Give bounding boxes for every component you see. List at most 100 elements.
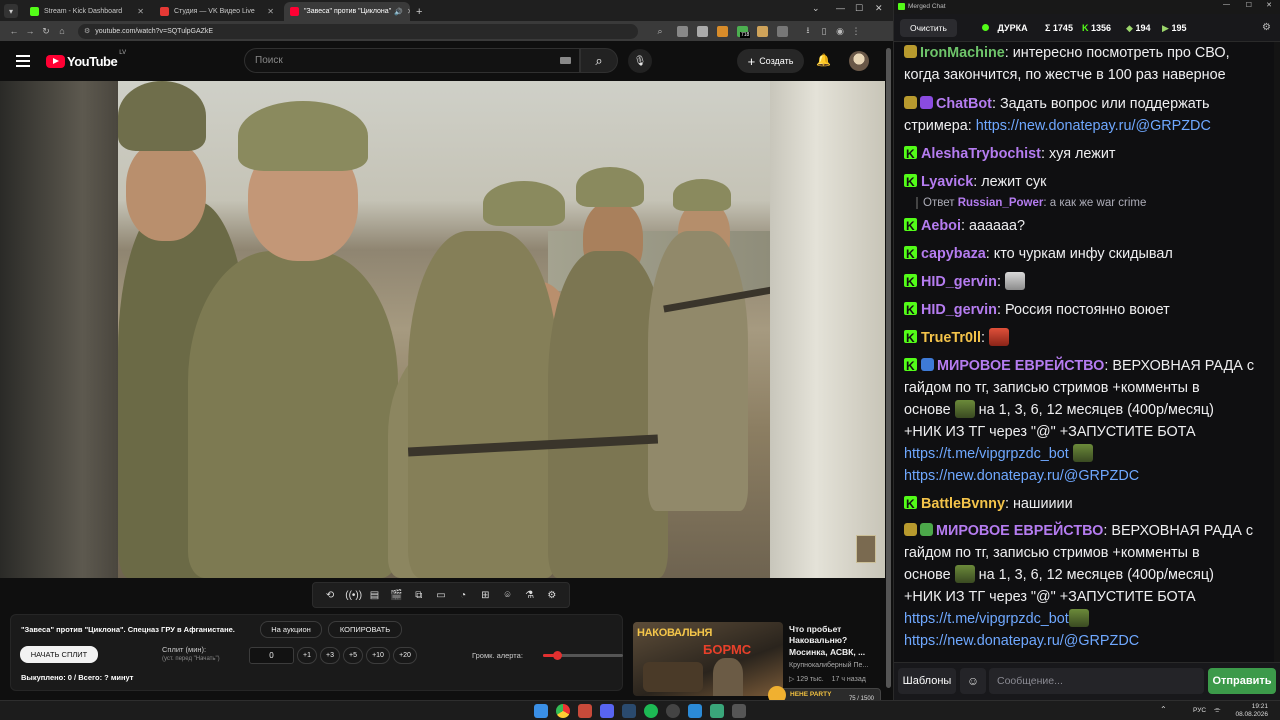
plus-20-button[interactable]: +20: [393, 647, 417, 664]
extension-icon[interactable]: [757, 25, 768, 37]
steam-icon[interactable]: [622, 704, 636, 718]
sidebar-icon[interactable]: ▯: [816, 26, 832, 37]
keyboard-icon[interactable]: [560, 57, 571, 64]
minutes-input[interactable]: 0: [249, 647, 294, 664]
network-icon[interactable]: ⌯: [1214, 705, 1220, 715]
channel-watermark[interactable]: [856, 535, 876, 563]
plus-1-button[interactable]: +1: [297, 647, 317, 664]
cinema-mode-icon[interactable]: ▭: [434, 590, 448, 601]
reload-icon[interactable]: ↻: [38, 26, 54, 37]
create-button[interactable]: + Создать: [737, 49, 804, 73]
chat-username[interactable]: Aeboi: [921, 218, 961, 234]
search-input[interactable]: Поиск: [244, 48, 580, 73]
chat-link[interactable]: https://t.me/vipgrpzdc_bot: [904, 611, 1069, 627]
maximize-icon[interactable]: ☐: [1246, 1, 1252, 9]
chat-username[interactable]: TrueTr0ll: [921, 330, 981, 346]
chat-username[interactable]: capybaza: [921, 246, 986, 262]
plus-10-button[interactable]: +10: [366, 647, 390, 664]
gear-icon[interactable]: ⚙: [545, 590, 559, 601]
input-language[interactable]: РУС: [1193, 707, 1206, 714]
back-arrow-icon[interactable]: ←: [6, 26, 22, 36]
close-window-icon[interactable]: ✕: [875, 3, 883, 14]
avatar[interactable]: [849, 51, 869, 71]
tab-search-button[interactable]: ▾: [4, 4, 18, 18]
chat-username[interactable]: МИРОВОЕ ЕВРЕЙСТВО: [936, 523, 1103, 539]
extension-icon[interactable]: [697, 25, 708, 37]
emoji-button[interactable]: ☺: [960, 668, 986, 694]
recommended-title[interactable]: Что пробьет Наковальню? Мосинка, АСВК, .…: [789, 624, 881, 658]
spotify-icon[interactable]: [644, 704, 658, 718]
plus-5-button[interactable]: +5: [343, 647, 363, 664]
site-info-icon[interactable]: ⚙: [84, 27, 90, 35]
windows-start-icon[interactable]: [534, 704, 548, 718]
copy-button[interactable]: КОПИРОВАТЬ: [328, 621, 402, 638]
chat-username[interactable]: AleshaTrybochist: [921, 146, 1041, 162]
extension-icon[interactable]: [677, 25, 688, 37]
auction-button[interactable]: На аукцион: [260, 621, 322, 638]
speedometer-icon[interactable]: ◔: [456, 590, 470, 601]
tab-vk-studio[interactable]: Студия — VK Видео Live ✕: [154, 2, 280, 21]
chat-username[interactable]: HID_gervin: [921, 302, 997, 318]
send-button[interactable]: Отправить: [1208, 668, 1276, 694]
download-icon[interactable]: ⭳: [800, 23, 816, 39]
tab-youtube-video[interactable]: "Завеса" против "Циклона" 🔊 ✕: [284, 2, 410, 21]
volume-slider-knob[interactable]: [553, 651, 563, 660]
youtube-logo[interactable]: YouTube LV: [46, 50, 126, 69]
page-scrollbar[interactable]: [886, 48, 891, 688]
maximize-icon[interactable]: ☐: [855, 3, 863, 14]
profile-icon[interactable]: ◉: [832, 26, 848, 37]
home-icon[interactable]: ⌂: [54, 26, 70, 36]
obs-icon[interactable]: [666, 704, 680, 718]
forward-arrow-icon[interactable]: →: [22, 26, 38, 36]
video-thumbnail[interactable]: НАКОВАЛЬНЯ БОРМС: [633, 622, 783, 696]
recommended-channel[interactable]: Крупнокалиберный Пе...: [789, 662, 868, 669]
chat-username[interactable]: ChatBot: [936, 96, 992, 112]
tab-list-icon[interactable]: ⌄: [812, 3, 820, 14]
minimize-icon[interactable]: —: [1223, 1, 1230, 8]
chat-link[interactable]: https://new.donatepay.ru/@GRPZDC: [904, 633, 1139, 649]
video-player[interactable]: [0, 81, 885, 578]
picture-in-picture-icon[interactable]: ⧉: [412, 590, 426, 601]
close-icon[interactable]: ✕: [263, 7, 274, 16]
speaker-icon[interactable]: 🔊: [394, 8, 403, 16]
voice-search-button[interactable]: 🎙: [628, 49, 652, 73]
close-window-icon[interactable]: ✕: [1266, 1, 1272, 9]
app-icon[interactable]: [578, 704, 592, 718]
chat-username[interactable]: Lyavick: [921, 174, 973, 190]
search-button[interactable]: ⌕: [580, 48, 618, 73]
chat-link[interactable]: https://t.me/vipgrpzdc_bot: [904, 446, 1069, 462]
app-icon[interactable]: [688, 704, 702, 718]
system-clock[interactable]: 19:21 08.08.2026: [1235, 703, 1268, 719]
new-tab-button[interactable]: +: [416, 6, 422, 18]
add-box-icon[interactable]: ⊞: [478, 590, 492, 601]
message-input[interactable]: Сообщение...: [989, 668, 1204, 694]
playlist-settings-icon[interactable]: ▤: [367, 590, 381, 601]
notifications-bell-icon[interactable]: 🔔: [816, 53, 831, 67]
close-icon[interactable]: ✕: [133, 7, 144, 16]
plus-3-button[interactable]: +3: [320, 647, 340, 664]
broadcast-icon[interactable]: ((•)): [345, 590, 362, 601]
tray-chevron-icon[interactable]: ⌃: [1160, 705, 1167, 714]
clear-chat-button[interactable]: Очистить: [900, 19, 957, 37]
hamburger-icon[interactable]: [16, 55, 30, 67]
flask-icon[interactable]: ⚗: [523, 590, 537, 601]
browser-menu-icon[interactable]: ⋮: [848, 26, 864, 37]
app-icon[interactable]: [732, 704, 746, 718]
tab-kick-dashboard[interactable]: Stream - Kick Dashboard ✕: [24, 2, 150, 21]
chat-username[interactable]: BattleBvnny: [921, 496, 1005, 512]
address-bar[interactable]: ⚙ youtube.com/watch?v=SQTulpGAZkE: [78, 23, 638, 39]
start-split-button[interactable]: НАЧАТЬ СПЛИТ: [20, 646, 98, 663]
recommended-video[interactable]: НАКОВАЛЬНЯ БОРМС Что пробьет Наковальню?…: [633, 622, 885, 696]
chat-link[interactable]: https://new.donatepay.ru/@GRPZDC: [976, 118, 1211, 134]
templates-button[interactable]: Шаблоны: [898, 668, 956, 694]
zoom-icon[interactable]: ⌕: [652, 26, 668, 37]
extension-icon[interactable]: 718: [737, 25, 751, 38]
chat-username[interactable]: МИРОВОЕ ЕВРЕЙСТВО: [937, 358, 1104, 374]
clapperboard-icon[interactable]: 🎬: [390, 590, 404, 601]
chat-username[interactable]: IronMachine: [920, 45, 1005, 61]
reply-reference[interactable]: Ответ Russian_Power: а как же war crime: [916, 197, 1146, 209]
chrome-icon[interactable]: [556, 704, 570, 718]
extension-icon[interactable]: [717, 25, 728, 37]
volume-slider[interactable]: [543, 651, 623, 660]
close-icon[interactable]: ✕: [403, 7, 410, 16]
